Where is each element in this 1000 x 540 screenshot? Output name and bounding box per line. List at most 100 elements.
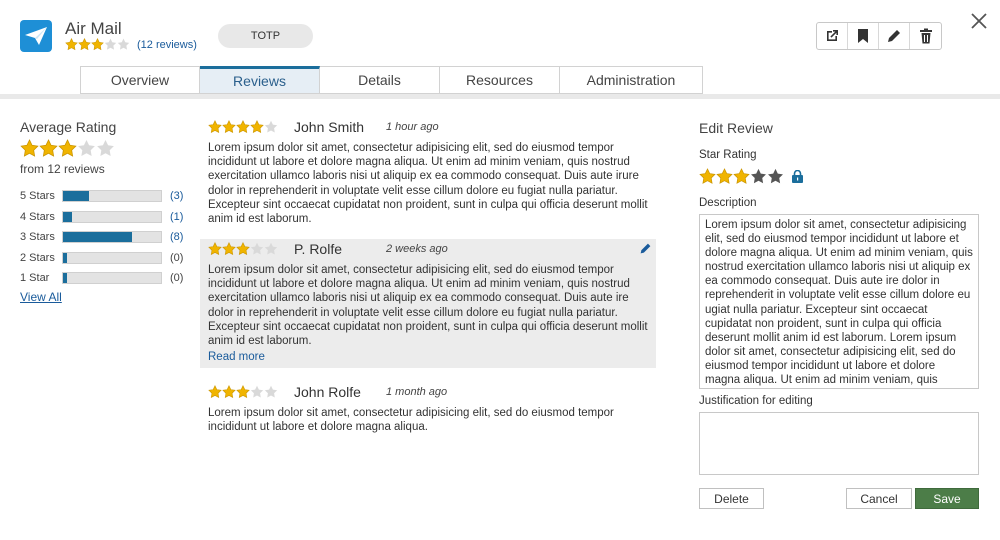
star-filled-icon[interactable] xyxy=(716,168,733,185)
star-empty-icon xyxy=(117,38,130,50)
star-filled-icon xyxy=(65,38,78,51)
review-text: Lorem ipsum dolor sit amet, consectetur … xyxy=(208,407,614,434)
bookmark-button[interactable] xyxy=(848,23,879,49)
star-rating-input[interactable] xyxy=(699,168,803,185)
review-time: 1 month ago xyxy=(386,386,448,398)
star-empty-icon xyxy=(264,120,278,133)
distribution-label: 5 Stars xyxy=(20,190,55,203)
review-item-selected[interactable]: P. Rolfe 2 weeks ago Lorem ipsum dolor s… xyxy=(200,239,656,368)
edit-review-title: Edit Review xyxy=(699,120,773,136)
distribution-count[interactable]: (8) xyxy=(170,231,183,243)
tab-administration[interactable]: Administration xyxy=(560,66,703,94)
star-empty-icon[interactable] xyxy=(750,168,767,185)
distribution-label: 3 Stars xyxy=(20,231,55,244)
star-filled-icon xyxy=(91,38,104,51)
header-rating: (12 reviews) xyxy=(65,38,197,51)
distribution-bar xyxy=(62,190,162,203)
review-item: John Rolfe 1 month ago Lorem ipsum dolor… xyxy=(200,382,656,434)
reviewer-name: John Smith xyxy=(294,119,365,135)
distribution-bar xyxy=(62,251,162,264)
star-filled-icon xyxy=(39,139,58,157)
review-time: 1 hour ago xyxy=(386,121,439,133)
tab-reviews[interactable]: Reviews xyxy=(200,66,320,94)
star-filled-icon xyxy=(208,120,222,134)
justification-field[interactable] xyxy=(699,412,979,475)
star-empty-icon xyxy=(264,385,278,398)
star-filled-icon xyxy=(222,120,236,134)
view-all-link[interactable]: View All xyxy=(20,290,62,304)
justification-label: Justification for editing xyxy=(699,395,813,407)
distribution-count: (0) xyxy=(170,272,184,285)
tab-details[interactable]: Details xyxy=(320,66,440,94)
close-icon xyxy=(971,13,987,29)
star-filled-icon xyxy=(208,242,222,256)
pencil-icon xyxy=(888,30,900,42)
review-header: P. Rolfe 2 weeks ago xyxy=(208,239,648,259)
distribution-row-1[interactable]: 1 Star (0) xyxy=(20,268,190,289)
average-rating-stars xyxy=(20,139,115,161)
rating-distribution: 5 Stars (3) 4 Stars (1) 3 Stars (8) 2 St… xyxy=(20,186,190,289)
lock-icon xyxy=(792,170,803,183)
description-label: Description xyxy=(699,197,757,209)
edit-button[interactable] xyxy=(879,23,910,49)
trash-icon xyxy=(919,28,932,44)
distribution-label: 2 Stars xyxy=(20,251,55,264)
review-header: John Smith 1 hour ago xyxy=(208,117,648,137)
app-title: Air Mail xyxy=(65,19,122,38)
save-button[interactable]: Save xyxy=(915,488,979,509)
close-button[interactable] xyxy=(968,10,990,32)
edit-stars[interactable] xyxy=(699,168,784,185)
read-more-link[interactable]: Read more xyxy=(208,351,648,363)
star-filled-icon xyxy=(222,242,236,256)
distribution-row-4[interactable]: 4 Stars (1) xyxy=(20,207,190,228)
star-filled-icon xyxy=(58,139,77,157)
delete-button[interactable]: Delete xyxy=(699,488,764,509)
cancel-button[interactable]: Cancel xyxy=(846,488,912,509)
distribution-count: (0) xyxy=(170,251,184,264)
bookmark-icon xyxy=(858,29,868,43)
distribution-fill xyxy=(63,273,67,284)
distribution-bar xyxy=(62,231,162,244)
star-filled-icon[interactable] xyxy=(733,168,750,185)
tab-bar: Overview Reviews Details Resources Admin… xyxy=(80,66,703,94)
star-empty-icon xyxy=(250,385,264,398)
open-external-icon xyxy=(827,30,838,41)
open-external-button[interactable] xyxy=(817,23,848,49)
star-filled-icon xyxy=(236,242,250,256)
star-filled-icon xyxy=(222,385,236,399)
star-empty-icon[interactable] xyxy=(767,168,784,185)
review-text: Lorem ipsum dolor sit amet, consectetur … xyxy=(208,264,648,348)
delete-app-button[interactable] xyxy=(910,23,941,49)
distribution-count[interactable]: (3) xyxy=(170,190,183,202)
star-filled-icon xyxy=(250,120,264,134)
distribution-count[interactable]: (1) xyxy=(170,211,183,223)
star-empty-icon xyxy=(264,242,278,255)
pencil-icon xyxy=(640,243,651,254)
edit-review-button[interactable] xyxy=(639,242,652,258)
review-time: 2 weeks ago xyxy=(386,243,448,255)
tab-overview[interactable]: Overview xyxy=(80,66,200,94)
review-stars xyxy=(208,120,278,134)
star-filled-icon xyxy=(208,385,222,399)
distribution-fill xyxy=(63,191,89,202)
star-filled-icon[interactable] xyxy=(699,168,716,185)
description-field[interactable]: Lorem ipsum dolor sit amet, consectetur … xyxy=(699,214,979,389)
star-empty-icon xyxy=(97,139,114,157)
star-empty-icon xyxy=(250,242,264,255)
reviews-count-link[interactable]: (12 reviews) xyxy=(137,39,197,51)
star-empty-icon xyxy=(78,139,95,157)
star-rating-label: Star Rating xyxy=(699,149,757,161)
totp-tag[interactable]: TOTP xyxy=(218,24,313,48)
distribution-fill xyxy=(63,252,67,263)
review-stars xyxy=(208,385,278,399)
tabs-divider xyxy=(0,94,1000,99)
review-text: Lorem ipsum dolor sit amet, consectetur … xyxy=(208,142,648,226)
distribution-row-3[interactable]: 3 Stars (8) xyxy=(20,227,190,248)
review-item: John Smith 1 hour ago Lorem ipsum dolor … xyxy=(200,117,656,226)
distribution-row-5[interactable]: 5 Stars (3) xyxy=(20,186,190,207)
distribution-label: 4 Stars xyxy=(20,210,55,223)
distribution-row-2[interactable]: 2 Stars (0) xyxy=(20,248,190,269)
tab-resources[interactable]: Resources xyxy=(440,66,560,94)
distribution-fill xyxy=(63,211,72,222)
distribution-bar xyxy=(62,210,162,223)
